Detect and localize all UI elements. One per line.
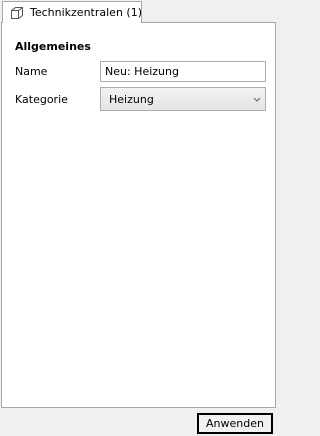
- chevron-down-icon: [249, 87, 265, 111]
- category-selected-value: Heizung: [109, 92, 154, 106]
- tab-technikzentralen[interactable]: Technikzentralen (1): [2, 1, 142, 23]
- section-title: Allgemeines: [15, 40, 91, 53]
- properties-panel: Allgemeines Name Kategorie Heizung: [1, 22, 276, 408]
- category-select[interactable]: Heizung: [100, 87, 266, 111]
- name-input[interactable]: [100, 61, 266, 82]
- apply-button[interactable]: Anwenden: [197, 413, 273, 434]
- box-3d-icon: [9, 5, 25, 21]
- tab-label: Technikzentralen (1): [30, 6, 142, 19]
- category-label: Kategorie: [15, 93, 68, 106]
- name-label: Name: [15, 65, 48, 78]
